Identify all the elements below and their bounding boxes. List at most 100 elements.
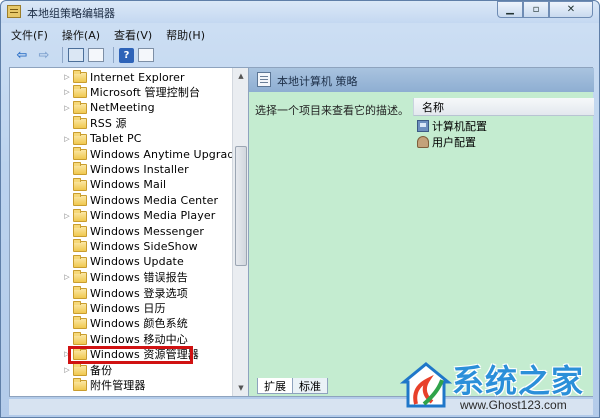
help-icon[interactable]: ?: [119, 47, 134, 63]
scroll-up-icon[interactable]: ▲: [233, 68, 249, 84]
folder-icon: [73, 362, 87, 376]
list-item-label: 计算机配置: [432, 120, 487, 133]
watermark-logo: [399, 362, 453, 408]
name-column-header[interactable]: 名称: [413, 98, 594, 116]
expand-arrow-icon[interactable]: ▷: [63, 84, 71, 100]
description-text: 选择一个项目来查看它的描述。: [255, 104, 409, 117]
tree-item[interactable]: Windows Mail: [10, 177, 232, 193]
tree-item[interactable]: Windows Anytime Upgrade: [10, 146, 241, 162]
toolbar-separator: [62, 47, 63, 63]
tree-item-label: RSS 源: [90, 117, 127, 131]
tree-item[interactable]: Windows Messenger: [10, 223, 232, 239]
tree-item[interactable]: Windows Update: [10, 254, 232, 270]
tree-item-label: Windows Installer: [90, 162, 189, 176]
maximize-icon: ▫: [532, 4, 540, 15]
folder-icon: [73, 254, 87, 268]
menu-view[interactable]: 查看(V): [114, 27, 152, 43]
tree-item[interactable]: ▷ Windows Media Player: [10, 208, 232, 224]
tree-item[interactable]: Windows 登录选项: [10, 285, 232, 301]
folder-icon: [73, 116, 87, 130]
list-item-computer-config[interactable]: 计算机配置: [417, 118, 487, 134]
tab-standard[interactable]: 标准: [292, 378, 328, 394]
tree-item-label: NetMeeting: [90, 101, 155, 115]
tree-item-label: Windows Mail: [90, 178, 167, 192]
user-icon: [417, 136, 429, 148]
expand-arrow-icon[interactable]: ▷: [63, 69, 71, 85]
maximize-button[interactable]: ▫: [523, 1, 549, 18]
list-item-label: 用户配置: [432, 136, 476, 149]
tree-item-label: Windows Messenger: [90, 224, 205, 238]
details-pane: 本地计算机 策略 选择一个项目来查看它的描述。 名称 计算机配置 用户配置 扩展…: [248, 68, 594, 396]
tree-item-label: Windows 登录选项: [90, 286, 188, 300]
folder-icon: [73, 316, 87, 330]
folder-icon: [73, 208, 87, 222]
tree-item-label: Tablet PC: [90, 132, 142, 146]
expand-arrow-icon[interactable]: ▷: [63, 131, 71, 147]
title-bar[interactable]: 本地组策略编辑器 ▁ ▫ ✕: [1, 1, 599, 23]
toolbar-separator: [113, 47, 114, 63]
scroll-thumb[interactable]: [235, 146, 247, 266]
folder-icon: [73, 162, 87, 176]
menu-file[interactable]: 文件(F): [11, 27, 48, 43]
tree-item-label: Windows Media Player: [90, 209, 216, 223]
folder-icon: [73, 85, 87, 99]
folder-icon: [73, 378, 87, 391]
filter-icon[interactable]: [138, 48, 154, 62]
export-list-icon[interactable]: [88, 48, 104, 62]
watermark: 系统之家 www.Ghost123.com: [398, 356, 598, 416]
scroll-down-icon[interactable]: ▼: [233, 380, 249, 396]
expand-arrow-icon[interactable]: ▷: [63, 269, 71, 285]
folder-icon: [73, 100, 87, 114]
tree-item[interactable]: RSS 源: [10, 115, 232, 131]
tree-item[interactable]: Windows SideShow: [10, 238, 232, 254]
folder-icon: [73, 331, 87, 345]
menu-action[interactable]: 操作(A): [62, 27, 100, 43]
back-arrow-icon[interactable]: ⇦: [13, 47, 31, 63]
tree-item[interactable]: ▷ Windows 错误报告: [10, 269, 232, 285]
tab-extended[interactable]: 扩展: [257, 378, 293, 394]
minimize-button[interactable]: ▁: [497, 1, 523, 18]
tree-item[interactable]: Windows Installer: [10, 161, 232, 177]
tree-item-label: Windows SideShow: [90, 239, 198, 253]
tree-item-label: 附件管理器: [90, 379, 146, 392]
minimize-icon: ▁: [506, 4, 514, 15]
tree-item[interactable]: Windows Media Center: [10, 192, 232, 208]
tree-item[interactable]: ▷ Internet Explorer: [10, 69, 232, 85]
tree-item[interactable]: ▷ NetMeeting: [10, 100, 232, 116]
tree-item[interactable]: Windows 移动中心: [10, 331, 232, 347]
tree-item[interactable]: 附件管理器: [10, 377, 232, 393]
list-item-user-config[interactable]: 用户配置: [417, 134, 476, 150]
folder-icon: [73, 193, 87, 207]
tree-scrollbar[interactable]: ▲ ▼: [232, 68, 248, 396]
client-area: ▷ Internet Explorer ▷ Microsoft 管理控制台 ▷ NetMe…: [9, 67, 594, 397]
tree-item-label: Microsoft 管理控制台: [90, 86, 201, 100]
watermark-url: www.Ghost123.com: [460, 398, 567, 412]
highlight-annotation-box: [68, 346, 193, 364]
tree-item[interactable]: ▷ Microsoft 管理控制台: [10, 84, 232, 100]
folder-icon: [73, 224, 87, 237]
tree-item[interactable]: Windows 日历: [10, 300, 232, 316]
view-tabs: 扩展 标准: [257, 378, 328, 394]
close-icon: ✕: [566, 4, 576, 15]
folder-icon: [73, 177, 87, 191]
close-button[interactable]: ✕: [549, 1, 593, 18]
expand-arrow-icon[interactable]: ▷: [63, 100, 71, 116]
show-hide-tree-icon[interactable]: [68, 48, 84, 62]
expand-arrow-icon[interactable]: ▷: [63, 208, 71, 224]
folder-icon: [73, 301, 87, 314]
window-title: 本地组策略编辑器: [27, 7, 115, 20]
tree-item-label: Internet Explorer: [90, 70, 185, 84]
tree-item[interactable]: ▷ Tablet PC: [10, 131, 232, 147]
tree-item[interactable]: Windows 颜色系统: [10, 315, 232, 331]
menu-help[interactable]: 帮助(H): [166, 27, 205, 43]
forward-arrow-icon[interactable]: ⇨: [35, 47, 53, 63]
